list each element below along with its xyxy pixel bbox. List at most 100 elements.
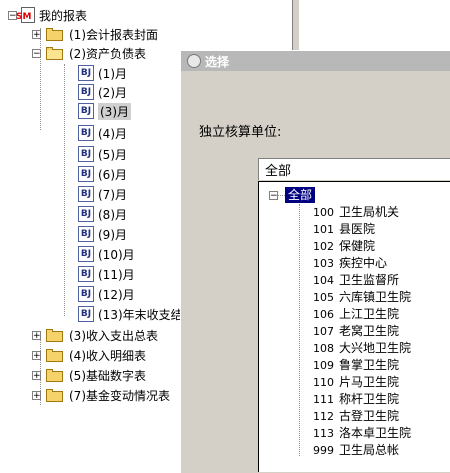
unit-code: 107: [313, 325, 334, 338]
tree-folder[interactable]: − (2)资产负债表: [32, 44, 146, 62]
unit-option[interactable]: 999 卫生局总帐: [313, 442, 399, 459]
expand-icon[interactable]: +: [32, 330, 41, 340]
tree-report-item[interactable]: BJ (10)月: [78, 245, 135, 263]
tree-folder[interactable]: + (7)基金变动情况表: [32, 386, 170, 404]
unit-name: 片马卫生院: [339, 375, 400, 389]
folder-label: (5)基础数字表: [69, 368, 146, 383]
unit-option[interactable]: 109 鲁掌卫生院: [313, 357, 399, 374]
unit-name: 鲁掌卫生院: [339, 358, 400, 372]
unit-dropdown-tree[interactable]: − 全部 100 卫生局机关 101 县医院 102 保健院 103 疾控中心 104 卫…: [258, 181, 450, 472]
unit-code: 105: [313, 291, 334, 304]
unit-combo-value: 全部: [265, 164, 292, 179]
folder-label: (2)资产负债表: [69, 46, 146, 61]
unit-option[interactable]: 106 上江卫生院: [313, 306, 399, 323]
folder-label: (4)收入明细表: [69, 348, 146, 363]
folder-icon: [46, 27, 64, 41]
dropdown-root-all[interactable]: 全部: [285, 187, 316, 203]
folder-icon: [46, 328, 64, 342]
expand-icon[interactable]: +: [32, 29, 41, 39]
unit-name: 保健院: [339, 239, 376, 253]
tree-report-item[interactable]: BJ (9)月: [78, 225, 127, 243]
unit-option[interactable]: 100 卫生局机关: [313, 204, 399, 221]
report-label: (4)月: [98, 126, 127, 141]
folder-label: (1)会计报表封面: [69, 27, 158, 42]
dialog-title: 选择: [205, 54, 230, 69]
unit-option[interactable]: 101 县医院: [313, 221, 375, 238]
report-icon: BJ: [78, 266, 94, 282]
unit-name: 县医院: [339, 222, 376, 236]
collapse-icon[interactable]: −: [269, 191, 278, 201]
unit-code: 104: [313, 274, 334, 287]
report-icon: BJ: [78, 306, 94, 322]
unit-code: 113: [313, 427, 334, 440]
tree-root[interactable]: − SM 我的报表: [0, 6, 87, 24]
tree-folder[interactable]: + (5)基础数字表: [32, 366, 146, 384]
report-icon: BJ: [78, 146, 94, 162]
unit-code: 103: [313, 257, 334, 270]
unit-option[interactable]: 104 卫生监督所: [313, 272, 399, 289]
report-icon: BJ: [78, 125, 94, 141]
folder-icon: [46, 368, 64, 382]
user-icon: [187, 54, 201, 68]
unit-option[interactable]: 105 六库镇卫生院: [313, 289, 411, 306]
report-label: (6)月: [98, 167, 127, 182]
expand-icon[interactable]: +: [32, 370, 41, 380]
unit-option[interactable]: 102 保健院: [313, 238, 375, 255]
tree-report-item[interactable]: BJ (7)月: [78, 185, 127, 203]
unit-combo[interactable]: 全部: [258, 158, 450, 180]
tree-report-item[interactable]: BJ (11)月: [78, 265, 135, 283]
unit-code: 109: [313, 359, 334, 372]
unit-name: 卫生局总帐: [339, 443, 400, 457]
collapse-icon[interactable]: −: [32, 48, 41, 58]
folder-icon: [46, 388, 64, 402]
report-icon: BJ: [78, 206, 94, 222]
dialog-titlebar[interactable]: 选择: [181, 51, 450, 71]
report-icon: BJ: [78, 166, 94, 182]
tree-report-item[interactable]: BJ (8)月: [78, 205, 127, 223]
expand-icon[interactable]: +: [32, 390, 41, 400]
tree-folder[interactable]: + (4)收入明细表: [32, 346, 146, 364]
folder-icon: [46, 348, 64, 362]
tree-report-item-selected[interactable]: BJ (3)月: [78, 102, 131, 120]
unit-option[interactable]: 113 洛本卓卫生院: [313, 425, 411, 442]
report-label: (9)月: [98, 227, 127, 242]
report-icon: BJ: [78, 226, 94, 242]
tree-connector: [299, 204, 300, 456]
report-icon: BJ: [78, 84, 94, 100]
tree-report-item[interactable]: BJ (1)月: [78, 64, 127, 82]
unit-code: 110: [313, 376, 334, 389]
report-icon: BJ: [78, 65, 94, 81]
unit-name: 古登卫生院: [339, 409, 400, 423]
unit-code: 102: [313, 240, 334, 253]
report-label: (12)月: [98, 287, 135, 302]
unit-option[interactable]: 112 古登卫生院: [313, 408, 399, 425]
unit-name: 大兴地卫生院: [339, 341, 412, 355]
unit-option[interactable]: 110 片马卫生院: [313, 374, 399, 391]
report-label: (11)月: [98, 267, 135, 282]
unit-code: 112: [313, 410, 334, 423]
unit-option[interactable]: 111 称杆卫生院: [313, 391, 399, 408]
tree-folder[interactable]: + (3)收入支出总表: [32, 326, 158, 344]
unit-label: 独立核算单位:: [199, 125, 282, 140]
tree-root-label: 我的报表: [39, 8, 88, 23]
tree-report-item[interactable]: BJ (12)月: [78, 285, 135, 303]
report-label: (3)月: [98, 102, 131, 120]
unit-option[interactable]: 107 老窝卫生院: [313, 323, 399, 340]
report-icon: BJ: [78, 103, 94, 119]
tree-connector: [278, 195, 285, 196]
tree-report-item[interactable]: BJ (2)月: [78, 83, 127, 101]
report-label: (2)月: [98, 85, 127, 100]
report-icon: BJ: [78, 186, 94, 202]
tree-folder[interactable]: + (1)会计报表封面: [32, 25, 158, 43]
unit-code: 100: [313, 206, 334, 219]
tree-report-item[interactable]: BJ (6)月: [78, 165, 127, 183]
report-label: (5)月: [98, 147, 127, 162]
expand-icon[interactable]: +: [32, 350, 41, 360]
tree-report-item[interactable]: BJ (4)月: [78, 124, 127, 142]
tree-report-item[interactable]: BJ (5)月: [78, 145, 127, 163]
unit-code: 999: [313, 444, 334, 457]
unit-option[interactable]: 103 疾控中心: [313, 255, 387, 272]
unit-name: 疾控中心: [339, 256, 388, 270]
report-icon: BJ: [78, 246, 94, 262]
unit-option[interactable]: 108 大兴地卫生院: [313, 340, 411, 357]
